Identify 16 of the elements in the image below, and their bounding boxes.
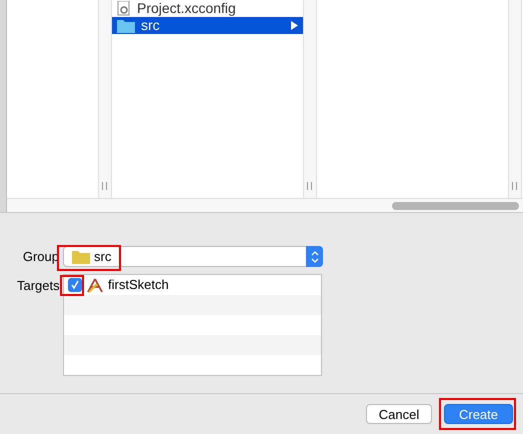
target-name: firstSketch	[108, 276, 169, 294]
resize-handle-icon[interactable]	[512, 182, 518, 190]
stepper-arrows-icon	[310, 250, 318, 262]
field-label: Targets	[17, 277, 59, 295]
resize-handle-icon[interactable]	[307, 182, 313, 190]
group-popup[interactable]: src	[63, 246, 323, 267]
resize-handle-icon[interactable]	[102, 182, 108, 190]
dialog-button[interactable]: Cancel	[366, 404, 432, 424]
scrollbar-thumb[interactable]	[392, 202, 519, 210]
folder-icon	[72, 249, 90, 264]
checkbox[interactable]	[68, 278, 82, 292]
file-row[interactable]: Project.xcconfig	[112, 0, 303, 17]
dialog-button[interactable]: Create	[444, 404, 513, 424]
folder-icon	[117, 18, 135, 33]
app-icon	[87, 278, 103, 292]
file-row[interactable]: src	[112, 17, 303, 34]
